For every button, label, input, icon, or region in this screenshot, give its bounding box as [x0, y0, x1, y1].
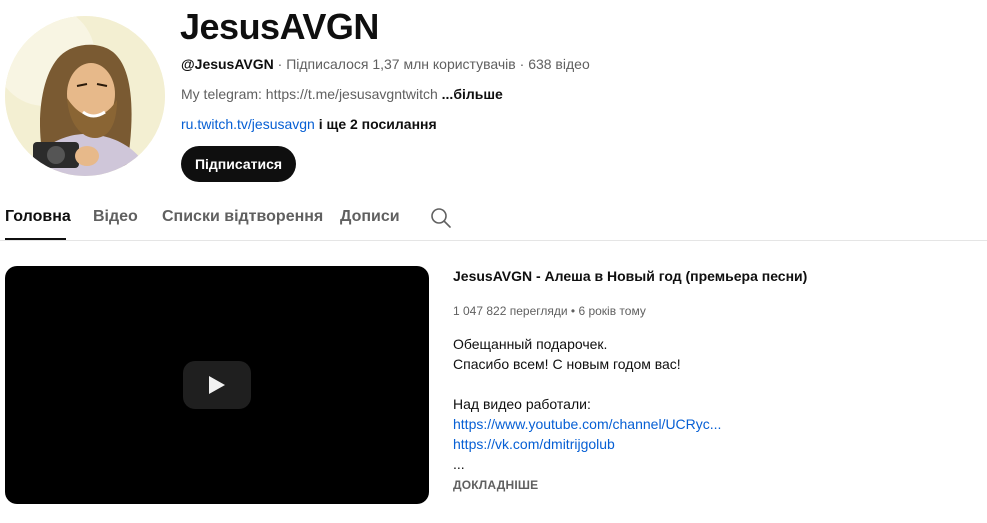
video-count: 638 відео	[528, 56, 590, 72]
tab-videos[interactable]: Відео	[93, 208, 138, 226]
tab-posts[interactable]: Дописи	[340, 208, 400, 226]
description-link[interactable]: https://www.youtube.com/channel/UCRyc...	[453, 414, 721, 434]
tab-playlists[interactable]: Списки відтворення	[162, 208, 323, 226]
featured-video-stats: 1 047 822 перегляди • 6 років тому	[453, 303, 646, 319]
description-line	[453, 374, 721, 394]
featured-video-player[interactable]	[5, 266, 429, 504]
play-icon	[209, 376, 225, 394]
description-line: Над видео работали:	[453, 396, 591, 412]
search-icon[interactable]	[430, 207, 452, 229]
channel-meta: @JesusAVGN · Підписалося 1,37 млн корист…	[181, 55, 590, 73]
description-link[interactable]: https://vk.com/dmitrijgolub	[453, 434, 721, 454]
featured-video-description: Обещанный подарочек. Спасибо всем! С нов…	[453, 334, 721, 474]
meta-separator: ·	[515, 56, 529, 72]
channel-description[interactable]: My telegram: https://t.me/jesusavgntwitc…	[181, 85, 503, 103]
channel-links: ru.twitch.tv/jesusavgn і ще 2 посилання	[181, 115, 437, 133]
tabs-divider	[0, 240, 987, 241]
description-line: Спасибо всем! С новым годом вас!	[453, 356, 681, 372]
channel-handle: @JesusAVGN	[181, 56, 274, 72]
description-ellipsis: ...	[453, 456, 465, 472]
stats-separator: •	[567, 304, 579, 318]
meta-separator: ·	[273, 56, 287, 72]
extra-links[interactable]: і ще 2 посилання	[315, 116, 437, 132]
subscriber-count: Підписалося 1,37 млн користувачів	[286, 56, 516, 72]
featured-video-title[interactable]: JesusAVGN - Алеша в Новый год (премьера …	[453, 266, 807, 286]
channel-tabs: Головна Відео Списки відтворення Дописи	[0, 195, 987, 241]
description-more-link[interactable]: ...більше	[442, 86, 503, 102]
read-more-button[interactable]: ДОКЛАДНІШЕ	[453, 478, 538, 492]
description-text: My telegram: https://t.me/jesusavgntwitc…	[181, 86, 438, 102]
play-button[interactable]	[183, 361, 251, 409]
description-line: Обещанный подарочек.	[453, 336, 608, 352]
subscribe-button[interactable]: Підписатися	[181, 146, 296, 182]
channel-name: JesusAVGN	[180, 6, 379, 47]
upload-age: 6 років тому	[578, 304, 646, 318]
view-count: 1 047 822 перегляди	[453, 304, 568, 318]
tab-home[interactable]: Головна	[5, 208, 71, 226]
channel-avatar[interactable]	[5, 16, 165, 176]
twitch-link[interactable]: ru.twitch.tv/jesusavgn	[181, 116, 315, 132]
avatar-illustration	[5, 16, 165, 176]
